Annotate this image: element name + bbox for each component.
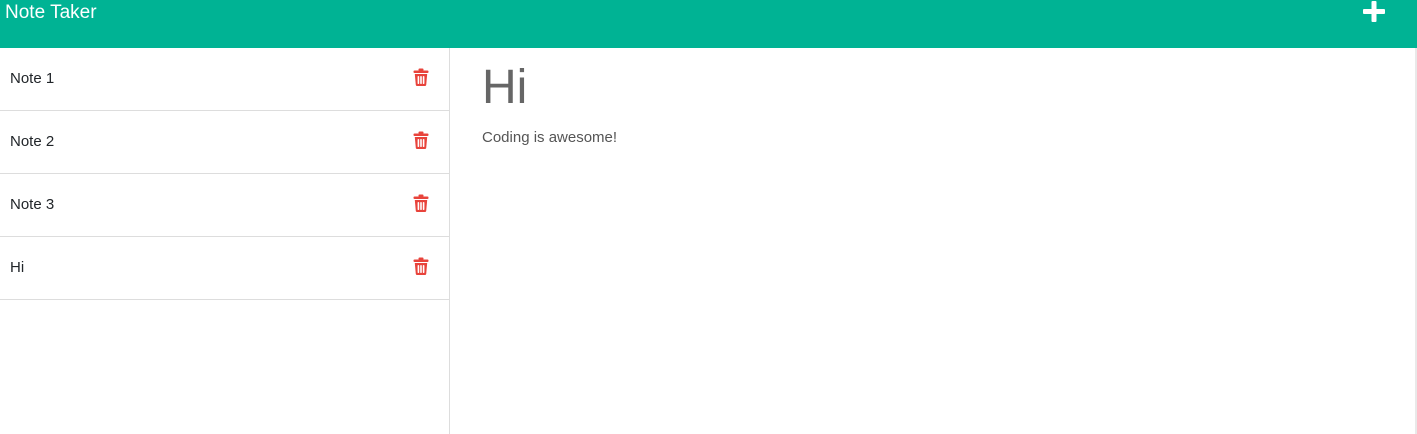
app-title[interactable]: Note Taker <box>5 1 97 25</box>
note-title: Hi <box>10 259 25 276</box>
navbar: Note Taker <box>0 0 1417 48</box>
trash-icon[interactable] <box>413 68 429 86</box>
trash-icon[interactable] <box>413 194 429 212</box>
trash-icon[interactable] <box>413 257 429 275</box>
list-item[interactable]: Note 2 <box>0 111 449 174</box>
note-list-panel: Note 1 Note 2 Note 3 Hi <box>0 48 450 434</box>
note-title: Note 1 <box>10 70 55 87</box>
note-list: Note 1 Note 2 Note 3 Hi <box>0 48 449 300</box>
note-title-display[interactable]: Hi <box>482 60 527 116</box>
trash-icon[interactable] <box>413 131 429 149</box>
list-item[interactable]: Note 3 <box>0 174 449 237</box>
note-title: Note 2 <box>10 133 55 150</box>
plus-icon <box>1360 0 1388 26</box>
note-text-display[interactable]: Coding is awesome! <box>482 128 617 148</box>
list-item[interactable]: Note 1 <box>0 48 449 111</box>
note-editor: Hi Coding is awesome! <box>450 48 1415 434</box>
list-item[interactable]: Hi <box>0 237 449 300</box>
new-note-button[interactable] <box>1360 0 1388 26</box>
note-title: Note 3 <box>10 196 55 213</box>
